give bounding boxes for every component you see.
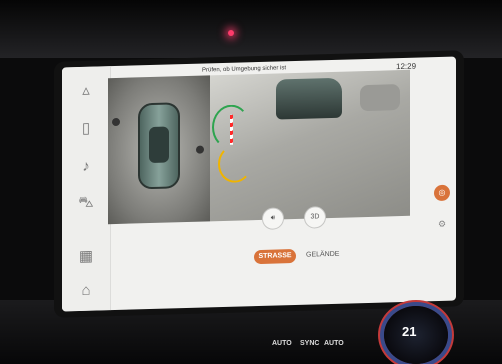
apps-icon[interactable]: ▦ <box>76 247 96 268</box>
parking-guide-amber <box>218 144 252 184</box>
phone-icon[interactable]: ▯ <box>76 119 96 140</box>
3d-camera-view[interactable] <box>210 69 410 222</box>
home-icon[interactable]: ⌂ <box>76 281 96 302</box>
safety-hint: Prüfen, ob Umgebung sicher ist <box>202 65 287 74</box>
parked-car <box>360 84 400 112</box>
control-label[interactable]: AUTO <box>324 340 344 347</box>
mode-gelande-button[interactable]: GELÄNDE <box>306 248 339 263</box>
navigation-icon[interactable]: ▵ <box>76 81 96 102</box>
gear-icon[interactable]: ⚙ <box>438 219 446 230</box>
sensor-marker <box>112 117 120 127</box>
speaker-button[interactable]: 🔊︎ <box>262 207 284 230</box>
birdseye-camera-view[interactable] <box>108 75 210 225</box>
sensor-marker <box>196 145 204 154</box>
music-icon[interactable]: ♪ <box>76 157 96 178</box>
3d-view-button[interactable]: 3D <box>304 206 326 229</box>
hazard-indicator-light <box>228 30 234 36</box>
camera-toggle-icon[interactable]: ◎ <box>434 184 450 202</box>
parking-guide-green <box>212 104 250 150</box>
control-label[interactable]: AUTO <box>272 340 292 347</box>
temperature-value: 21 <box>402 324 417 339</box>
vehicle-3dview <box>276 77 342 120</box>
temperature-knob[interactable]: 21 <box>384 306 448 364</box>
car-icon[interactable]: ⛍ <box>76 193 96 214</box>
dashboard-top <box>0 0 502 58</box>
vehicle-topview <box>138 102 180 190</box>
infotainment-screen: ▵ ▯ ♪ ⛍ ▦ ⌂ Prüfen, ob Umgebung sicher i… <box>62 56 456 312</box>
control-label[interactable]: SYNC <box>300 340 319 347</box>
mode-strasse-button[interactable]: STRASSE <box>254 248 296 265</box>
sidebar: ▵ ▯ ♪ ⛍ ▦ ⌂ <box>62 66 111 312</box>
vehicle-roof <box>149 126 169 164</box>
